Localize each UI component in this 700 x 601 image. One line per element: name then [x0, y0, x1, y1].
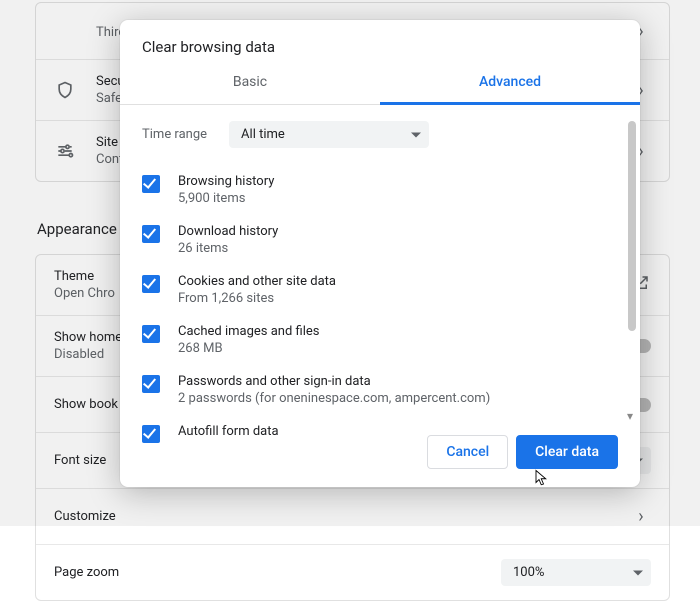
clear-data-button[interactable]: Clear data	[516, 435, 618, 469]
cache-sub: 268 MB	[178, 341, 319, 356]
passwords-title: Passwords and other sign-in data	[178, 374, 490, 389]
browsing-history-sub: 5,900 items	[178, 191, 274, 206]
download-history-row[interactable]: Download history 26 items	[142, 216, 618, 266]
cookies-title: Cookies and other site data	[178, 274, 336, 289]
time-range-label: Time range	[142, 127, 207, 142]
cookies-row[interactable]: Cookies and other site data From 1,266 s…	[142, 266, 618, 316]
cookies-sub: From 1,266 sites	[178, 291, 336, 306]
time-range-row: Time range All time	[142, 121, 618, 148]
dialog-actions: Cancel Clear data	[120, 425, 640, 487]
passwords-checkbox[interactable]	[142, 375, 160, 393]
time-range-select[interactable]: All time	[229, 121, 429, 148]
cursor-icon	[534, 469, 550, 487]
scrollbar-thumb[interactable]	[628, 121, 636, 331]
browsing-history-row[interactable]: Browsing history 5,900 items	[142, 166, 618, 216]
tab-basic[interactable]: Basic	[120, 64, 380, 104]
passwords-row[interactable]: Passwords and other sign-in data 2 passw…	[142, 366, 618, 416]
browsing-history-title: Browsing history	[178, 174, 274, 189]
cache-row[interactable]: Cached images and files 268 MB	[142, 316, 618, 366]
chevron-down-icon	[411, 132, 421, 137]
dialog-title: Clear browsing data	[120, 20, 640, 64]
page-zoom-value: 100%	[513, 565, 544, 580]
cache-checkbox[interactable]	[142, 325, 160, 343]
download-history-sub: 26 items	[178, 241, 278, 256]
download-history-title: Download history	[178, 224, 278, 239]
dialog-tabs: Basic Advanced	[120, 64, 640, 105]
page-zoom-title: Page zoom	[54, 565, 501, 580]
cache-title: Cached images and files	[178, 324, 319, 339]
passwords-sub: 2 passwords (for oneninespace.com, amper…	[178, 391, 490, 406]
tab-advanced[interactable]: Advanced	[380, 64, 640, 105]
cancel-button[interactable]: Cancel	[427, 435, 508, 469]
clear-browsing-data-dialog: Clear browsing data Basic Advanced ▾ Tim…	[120, 20, 640, 487]
dialog-body: ▾ Time range All time Browsing history 5…	[120, 105, 640, 425]
scrollbar-down-arrow[interactable]: ▾	[624, 409, 636, 423]
page-zoom-select[interactable]: 100%	[501, 559, 651, 586]
browsing-history-checkbox[interactable]	[142, 175, 160, 193]
chevron-down-icon	[633, 570, 643, 575]
cookies-checkbox[interactable]	[142, 275, 160, 293]
download-history-checkbox[interactable]	[142, 225, 160, 243]
page-zoom-row[interactable]: Page zoom 100%	[36, 544, 669, 600]
time-range-value: All time	[241, 127, 285, 142]
